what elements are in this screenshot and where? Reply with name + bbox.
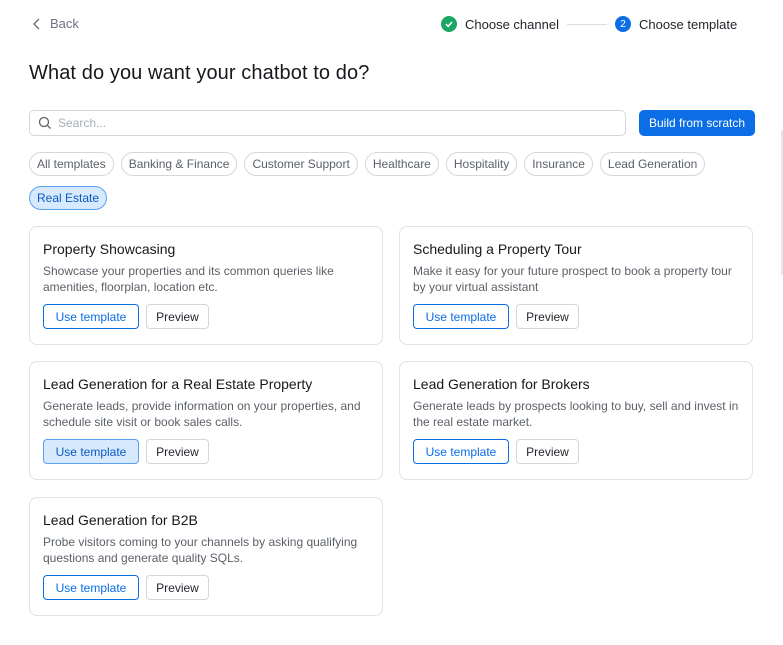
step-number: 2 [614, 16, 631, 32]
search-icon [38, 116, 51, 129]
card-title: Property Showcasing [43, 241, 176, 257]
card-description: Generate leads by prospects looking to b… [413, 399, 739, 429]
stepper: Choose channel 2 Choose template [441, 16, 737, 32]
chip-healthcare[interactable]: Healthcare [364, 152, 439, 176]
template-card: Property Showcasing Showcase your proper… [29, 226, 383, 345]
card-title: Scheduling a Property Tour [413, 241, 582, 257]
use-template-button[interactable]: Use template [43, 304, 139, 329]
use-template-button[interactable]: Use template [43, 439, 139, 464]
use-template-button[interactable]: Use template [413, 439, 509, 464]
preview-button[interactable]: Preview [146, 439, 209, 464]
preview-button[interactable]: Preview [516, 439, 579, 464]
use-template-button[interactable]: Use template [43, 575, 139, 600]
category-filters: All templates Banking & Finance Customer… [29, 152, 729, 210]
card-description: Generate leads, provide information on y… [43, 399, 361, 429]
card-title: Lead Generation for Brokers [413, 376, 590, 392]
chip-hospitality[interactable]: Hospitality [445, 152, 518, 176]
step-connector [566, 23, 607, 25]
use-template-button[interactable]: Use template [413, 304, 509, 329]
template-card: Scheduling a Property Tour Make it easy … [399, 226, 753, 345]
chip-lead-generation[interactable]: Lead Generation [599, 152, 706, 176]
template-card: Lead Generation for B2B Probe visitors c… [29, 497, 383, 616]
card-description: Make it easy for your future prospect to… [413, 264, 732, 294]
chip-all-templates[interactable]: All templates [29, 152, 114, 176]
preview-button[interactable]: Preview [146, 575, 209, 600]
step-choose-channel: Choose channel [441, 16, 559, 32]
preview-button[interactable]: Preview [516, 304, 579, 329]
search-box[interactable] [29, 110, 626, 136]
check-icon [441, 16, 457, 32]
back-button[interactable]: Back [32, 16, 79, 31]
step-label: Choose template [638, 16, 738, 32]
build-from-scratch-button[interactable]: Build from scratch [639, 110, 755, 136]
card-description: Probe visitors coming to your channels b… [43, 535, 358, 565]
chip-insurance[interactable]: Insurance [524, 152, 593, 176]
card-title: Lead Generation for B2B [43, 512, 198, 528]
page-title: What do you want your chatbot to do? [29, 62, 370, 84]
step-label: Choose channel [465, 16, 559, 32]
chip-banking-finance[interactable]: Banking & Finance [120, 152, 238, 176]
card-title: Lead Generation for a Real Estate Proper… [43, 376, 313, 392]
back-label: Back [50, 16, 79, 31]
chip-real-estate[interactable]: Real Estate [29, 186, 108, 210]
card-description: Showcase your properties and its common … [43, 264, 334, 294]
template-card: Lead Generation for Brokers Generate lea… [399, 361, 753, 480]
chip-customer-support[interactable]: Customer Support [244, 152, 358, 176]
step-choose-template: 2 Choose template [614, 16, 738, 32]
template-card: Lead Generation for a Real Estate Proper… [29, 361, 383, 480]
preview-button[interactable]: Preview [146, 304, 209, 329]
chevron-left-icon [33, 18, 40, 29]
search-input[interactable] [58, 116, 625, 130]
